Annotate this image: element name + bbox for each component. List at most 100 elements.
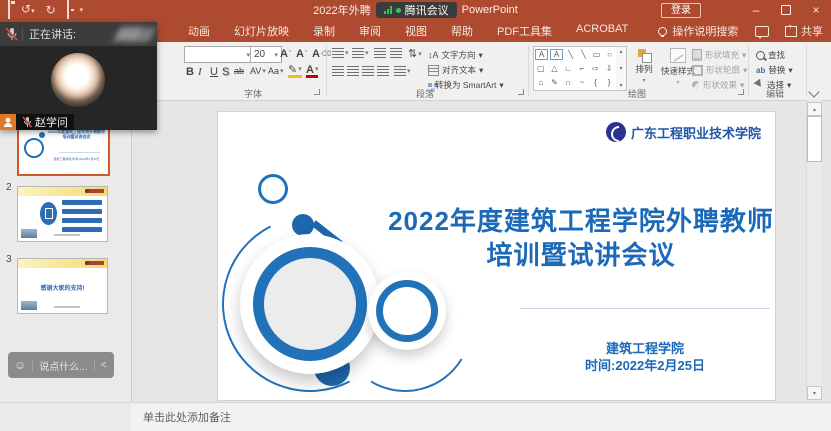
login-button[interactable]: 登录 [661, 3, 701, 18]
paragraph-dialog-launcher[interactable] [518, 89, 524, 95]
align-left-button[interactable] [332, 66, 344, 76]
tab-view[interactable]: 视图 [393, 23, 439, 39]
underline-button[interactable]: U [210, 66, 218, 78]
align-text-button[interactable]: 对齐文本▾ [428, 64, 483, 76]
font-dialog-launcher[interactable] [314, 89, 320, 95]
text-direction-label: 文字方向 [442, 49, 476, 61]
character-spacing-button[interactable]: AV▾ [250, 66, 266, 76]
scroll-up-button[interactable]: ▴ [807, 102, 822, 116]
highlight-color-button[interactable]: ✎▾ [288, 65, 302, 78]
line-spacing-button[interactable]: ⇅▾ [408, 47, 422, 60]
comments-icon[interactable] [755, 26, 769, 37]
shape-oval[interactable]: ○ [604, 49, 615, 60]
shape-brace-right[interactable]: } [604, 77, 615, 88]
grow-font-button[interactable]: Aˆ [280, 48, 291, 60]
share-button[interactable]: 共享 [785, 23, 823, 39]
shapes-gallery-scroll[interactable]: ▴▾▾ [616, 46, 627, 91]
restore-button[interactable] [771, 0, 801, 20]
shape-fill-button[interactable]: 形状填充▾ [692, 49, 746, 61]
text-shadow-button[interactable]: S [222, 66, 229, 78]
chat-collapse-button[interactable]: < [101, 360, 107, 371]
notes-pane[interactable]: 单击此处添加备注 [131, 402, 831, 431]
tab-review[interactable]: 审阅 [347, 23, 393, 39]
chat-input[interactable]: 说点什么... [39, 358, 87, 373]
arrange-icon [638, 49, 650, 61]
meeting-video-window[interactable]: 正在讲话: 赵学问 [0, 22, 157, 130]
strikethrough-button[interactable]: ab [234, 66, 244, 76]
align-center-button[interactable] [347, 66, 359, 76]
columns-button[interactable]: ▾ [394, 66, 411, 76]
shape-outline-button[interactable]: 形状轮廓▾ [692, 64, 747, 76]
tell-me-search[interactable]: 操作说明搜索 [658, 23, 738, 39]
find-button[interactable]: 查找 [756, 49, 785, 61]
tab-acrobat[interactable]: ACROBAT [564, 23, 640, 39]
shape-triangle[interactable]: △ [549, 63, 560, 74]
shape-effects-button[interactable]: 形状效果▾ [692, 79, 744, 91]
shape-arrow-right[interactable]: ⇨ [590, 63, 601, 74]
slide-subtitle[interactable]: 建筑工程学院 时间:2022年2月25日 [520, 340, 770, 374]
shrink-font-button[interactable]: Aˇ [296, 48, 307, 60]
shape-elbow-connector[interactable]: ∟ [563, 63, 574, 74]
quick-styles-button[interactable]: 快速样式▾ [660, 46, 696, 86]
shape-rounded-rect[interactable]: ▢ [535, 63, 546, 74]
meeting-chat-bar[interactable]: ☺ 说点什么... < [8, 352, 114, 378]
shape-textbox-h[interactable]: A [535, 49, 548, 60]
numbering-button[interactable]: ▾ [352, 48, 369, 58]
arrange-button[interactable]: 排列▾ [630, 46, 658, 84]
bullets-button[interactable]: ▾ [332, 48, 349, 58]
emoji-icon[interactable]: ☺ [14, 359, 26, 371]
scroll-down-button[interactable]: ▾ [807, 386, 822, 400]
shape-rectangle[interactable]: ▭ [591, 49, 602, 60]
slideshow-mode-icon[interactable] [67, 1, 69, 19]
justify-button[interactable] [377, 66, 389, 76]
clear-formatting-button[interactable]: A⌫ [312, 48, 331, 60]
bold-button[interactable]: B [186, 66, 194, 78]
slide-thumbnail-2[interactable] [17, 186, 108, 242]
text-direction-button[interactable]: ↕A 文字方向▾ [428, 49, 483, 61]
tencent-meeting-widget[interactable]: 腾讯会议 [376, 2, 457, 18]
shape-line-arrow[interactable]: ╲ [578, 49, 589, 60]
slide-thumbnail-3[interactable]: 感谢大家的支持! [17, 258, 108, 314]
shape-arc[interactable]: ∩ [563, 77, 574, 88]
tab-slideshow[interactable]: 幻灯片放映 [222, 23, 301, 39]
shapes-gallery[interactable]: A A ╲ ╲ ▭ ○ ▢ △ ∟ ⌐ ⇨ ⇩ ⌂ ✎ ∩ ~ { } [533, 46, 617, 91]
italic-button[interactable]: I [198, 66, 202, 78]
tab-record[interactable]: 录制 [301, 23, 347, 39]
increase-indent-button[interactable] [390, 48, 402, 58]
redo-icon[interactable]: ↻ [46, 4, 56, 16]
collapse-ribbon-icon[interactable] [808, 86, 819, 97]
shape-scribble[interactable]: ✎ [549, 77, 560, 88]
shape-freeform[interactable]: ⌂ [535, 77, 546, 88]
drawing-dialog-launcher[interactable] [738, 89, 744, 95]
shape-curve[interactable]: ~ [576, 77, 587, 88]
save-icon[interactable] [8, 1, 10, 19]
close-button[interactable]: × [801, 0, 831, 20]
shape-line[interactable]: ╲ [565, 49, 576, 60]
participant-badge-icon [0, 114, 16, 130]
slide-title[interactable]: 2022年度建筑工程学院外聘教师 培训暨试讲会议 [350, 204, 812, 272]
tab-help[interactable]: 帮助 [439, 23, 485, 39]
slide-canvas[interactable]: 广东工程职业技术学院 2022年度建筑工程学院外聘教师 培训暨试讲会议 建筑工程… [218, 112, 775, 400]
font-color-button[interactable]: A▾ [306, 65, 318, 78]
replace-button[interactable]: ab 替换▾ [756, 64, 793, 76]
shape-textbox-v[interactable]: A [550, 49, 563, 60]
minimize-button[interactable]: – [741, 0, 771, 20]
shape-arrow-down[interactable]: ⇩ [604, 63, 615, 74]
change-case-button[interactable]: Aa▾ [268, 66, 284, 76]
tab-pdf-tools[interactable]: PDF工具集 [485, 23, 564, 39]
font-size-combo[interactable]: 20▾ [250, 46, 282, 63]
customize-qat-icon[interactable]: ▾ [80, 6, 84, 14]
app-name: PowerPoint [462, 4, 518, 16]
shape-elbow-connector-2[interactable]: ⌐ [576, 63, 587, 74]
shape-brace-left[interactable]: { [590, 77, 601, 88]
scrollbar-thumb[interactable] [807, 116, 822, 162]
decrease-indent-button[interactable] [374, 48, 386, 58]
align-right-button[interactable] [362, 66, 374, 76]
tab-animations[interactable]: 动画 [176, 23, 222, 39]
participant-avatar [51, 53, 105, 107]
thumb1-divider [59, 152, 100, 153]
find-label: 查找 [768, 49, 785, 61]
slide-2-number: 2 [6, 182, 12, 193]
font-name-combo[interactable]: ▾ [184, 46, 254, 63]
undo-icon[interactable]: ↺▾ [21, 3, 35, 18]
